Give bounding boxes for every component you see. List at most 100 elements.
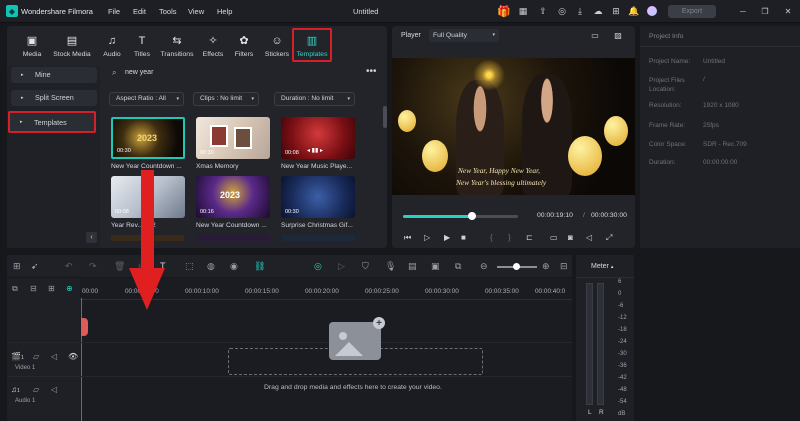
playhead-handle[interactable] [81,318,88,336]
search-input[interactable]: new year [125,69,153,76]
titles-icon: T [138,35,146,47]
toolbar-stickers[interactable]: ☺ Stickers [260,34,294,66]
upload-icon[interactable]: ⇪ [537,5,549,17]
toolbar-media[interactable]: ▣ Media [15,34,49,66]
cloud-icon[interactable]: ☁ [592,5,604,17]
filter-clips[interactable]: Clips : No limit ▾ [193,92,259,106]
scrollbar[interactable] [383,106,387,128]
folder-icon[interactable]: ▱ [33,352,39,361]
magnet-icon[interactable]: ⊕ [66,284,73,293]
volume-icon[interactable]: ◁ [586,233,592,242]
toolbar-titles[interactable]: T Titles [125,34,159,66]
menu-help[interactable]: Help [217,7,232,16]
stickers-icon: ☺ [271,35,283,47]
play-icon[interactable]: ▷ [424,233,430,242]
gift-icon[interactable]: 🎁 [497,4,511,18]
ai-tool-icon[interactable]: ◉ [230,261,238,272]
templates-icon: ▥ [306,35,318,47]
zoom-out-icon[interactable]: ⊖ [480,261,488,272]
mark-in-icon[interactable]: { [490,233,493,242]
notification-icon[interactable]: 🔔 [628,5,640,17]
redo-icon[interactable]: ↷ [89,261,97,272]
playhead[interactable] [81,298,82,421]
zoom-slider[interactable] [497,263,537,270]
filter-duration[interactable]: Duration : No limit ▾ [274,92,355,106]
layout-icon[interactable]: ▦ [517,5,529,17]
balloon [568,136,602,176]
toolbar-transitions[interactable]: ⇆ Transitions [158,34,196,66]
avatar[interactable] [647,6,657,16]
link-icon[interactable]: ⛓ [254,261,265,272]
meter-scale: -12 [618,315,627,321]
menu-edit[interactable]: Edit [133,7,146,16]
play-range-icon[interactable]: ▷ [338,261,345,272]
speaker-icon[interactable]: ◁ [51,385,57,394]
folder-icon[interactable]: ▱ [33,385,39,394]
download-icon[interactable]: ⤓ [574,5,586,17]
meter-title[interactable]: Meter ▴ [591,263,613,270]
progress-knob[interactable] [468,212,476,220]
subtitle-icon[interactable]: ▤ [408,261,417,272]
delete-icon[interactable]: 🗑 [114,261,125,272]
quality-select[interactable]: Full Quality ▾ [429,29,499,42]
more-options-icon[interactable]: ••• [366,66,377,77]
menu-view[interactable]: View [188,7,204,16]
effects-icon: ✧ [208,35,218,47]
export-button[interactable]: Export [668,5,716,18]
link-track-icon[interactable]: ⊟ [30,284,37,293]
shield-icon[interactable]: ⛉ [362,261,369,272]
feedback-icon[interactable]: ◎ [556,5,568,17]
crop-icon[interactable]: ⬚ [185,261,194,272]
info-key: Duration: [649,159,676,166]
menu-file[interactable]: File [108,7,120,16]
toolbar-stock-media[interactable]: ▤ Stock Media [51,34,93,66]
layouts-icon[interactable]: ⊞ [610,5,622,17]
render-preview-icon[interactable]: ◎ [314,261,322,272]
mark-out-icon[interactable]: } [508,233,511,242]
camera-icon[interactable]: ◙ [568,233,573,242]
minimize-icon[interactable]: ─ [737,5,749,17]
restore-icon[interactable]: ❐ [759,5,771,17]
playback-progress[interactable] [403,212,518,220]
collapse-sidebar-icon[interactable]: ‹ [86,232,97,243]
speaker-icon[interactable]: ◁ [51,352,57,361]
snapshot-icon[interactable]: ▣ [431,261,440,272]
eye-icon[interactable]: 👁 [68,352,78,361]
filter-aspect-ratio[interactable]: Aspect Ratio : All ▾ [109,92,184,106]
compare-view-icon[interactable]: ▭ [589,30,601,40]
microphone-icon[interactable]: 🎙 [385,261,396,272]
snapshot-view-icon[interactable]: ▨ [612,30,624,40]
fullscreen-icon[interactable]: ⤢ [606,233,612,243]
toolbar-templates[interactable]: ▥ Templates [292,28,332,62]
sidebar-item-split-screen[interactable]: ▸ Split Screen [11,90,97,106]
player-label: Player [401,32,421,39]
sidebar-item-mine[interactable]: ▸ Mine [11,67,97,83]
marker-icon[interactable]: ⊏ [526,233,533,242]
toolbar-audio[interactable]: ♫ Audio [95,34,129,66]
toolbar-filters[interactable]: ✿ Filters [227,34,261,66]
more-icon[interactable]: ⊟ [560,261,568,272]
render-icon[interactable]: ▭ [550,233,558,242]
toolbar-effects[interactable]: ✧ Effects [196,34,230,66]
layout-grid-icon[interactable]: ⊞ [13,261,21,272]
split-icon[interactable]: ⊞ [48,284,55,293]
close-icon[interactable]: ✕ [782,5,794,17]
picture-in-picture-icon[interactable]: ⧉ [455,261,461,272]
undo-icon[interactable]: ↶ [65,261,73,272]
zoom-in-icon[interactable]: ⊕ [542,261,550,272]
video-caption-1: New Year, Happy New Year, [458,166,540,175]
select-tool-icon[interactable]: ➹ [31,261,39,272]
play-pause-icon[interactable]: ▶ [444,233,450,242]
project-info-title: Project Info [649,33,684,40]
channel-left-label: L [588,409,592,416]
add-track-icon[interactable]: ⧉ [12,284,18,294]
stop-icon[interactable]: ■ [461,233,466,242]
ruler-tick: 00:00:25:00 [365,288,399,295]
search-bar[interactable]: ⌕ new year ••• [108,66,386,81]
add-media-icon[interactable]: + [329,317,385,360]
menu-tools[interactable]: Tools [159,7,177,16]
previous-frame-icon[interactable]: ⏮ [404,233,411,243]
color-icon[interactable]: ◍ [207,261,215,272]
sidebar-item-templates[interactable]: ▸ Templates [8,111,96,133]
zoom-knob[interactable] [513,263,520,270]
